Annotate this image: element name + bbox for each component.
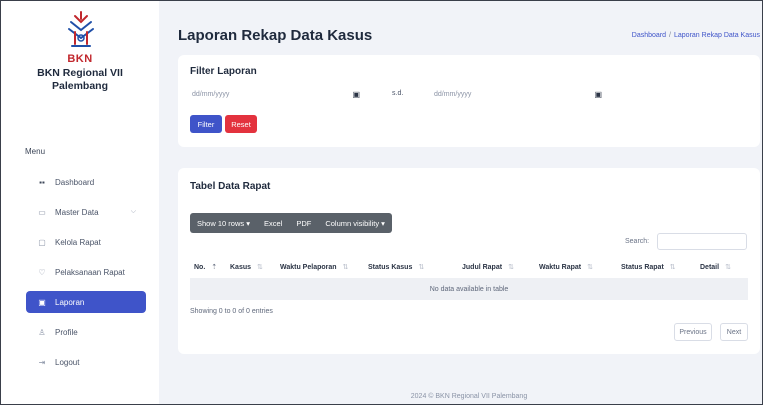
column-header-waktu-pelaporan[interactable]: Waktu Pelaporan ⇅ [280,263,348,271]
sidebar-item-label: Laporan [55,297,85,307]
sidebar-item-label: Profile [55,327,78,337]
chevron-down-icon: ⌵ [130,208,136,215]
column-header-label: Waktu Pelaporan [280,264,337,271]
search-input[interactable] [657,233,747,250]
column-header-waktu-rapat[interactable]: Waktu Rapat ⇅ [539,263,593,271]
column-header-label: No. [194,264,206,271]
sidebar-item-label: Kelola Rapat [55,237,101,247]
breadcrumb-dashboard-link[interactable]: Dashboard [632,32,666,39]
page-title: Laporan Rekap Data Kasus [178,27,373,44]
show-rows-button[interactable]: Show 10 rows ▾ [190,213,257,233]
column-header-label: Status Rapat [621,264,664,271]
sidebar-item-label: Dashboard [55,177,95,187]
sidebar-item-label: Master Data [55,207,99,217]
start-date-input[interactable]: dd/mm/yyyy ▣ [190,85,360,103]
sort-icon: ⇅ [669,264,676,271]
column-visibility-button[interactable]: Column visibility ▾ [318,213,392,233]
column-header-label: Judul Rapat [462,264,503,271]
sort-icon: ⇅ [725,264,731,271]
sidebar: BKN BKN Regional VII Palembang Menu ▪▪ D… [1,1,159,404]
brand-subtitle-line1: BKN Regional VII [37,67,123,79]
sidebar-item-dashboard[interactable]: ▪▪ Dashboard [26,171,146,193]
datatable-toolbar: Show 10 rows ▾ Excel PDF Column visibili… [190,213,392,233]
report-icon: ▣ [38,297,46,307]
footer: 2024 © BKN Regional VII Palembang [410,393,528,400]
user-icon: ♙ [38,327,46,337]
breadcrumb-current: Laporan Rekap Data Kasus [674,32,760,39]
sidebar-item-profile[interactable]: ♙ Profile [26,321,146,343]
calendar-icon[interactable]: ▣ [352,90,360,99]
sidebar-item-master-data[interactable]: ▭ Master Data ⌵ [26,201,146,223]
database-icon: ▭ [38,207,46,217]
table-info: Showing 0 to 0 of 0 entries [190,308,273,315]
sidebar-item-pelaksanaan-rapat[interactable]: ♡ Pelaksanaan Rapat [26,261,146,283]
sort-icon: ⇅ [257,264,263,271]
column-header-judul-rapat[interactable]: Judul Rapat ⇅ [462,263,514,271]
empty-table-row: No data available in table [190,278,748,300]
filter-card: Filter Laporan dd/mm/yyyy ▣ s.d. dd/mm/y… [178,55,760,147]
bkn-logo [68,11,94,47]
cup-icon: ♡ [38,267,46,277]
column-header-no[interactable]: No. ⇡ [194,263,217,271]
sort-icon: ⇅ [587,264,594,271]
date-range-separator: s.d. [392,90,404,97]
next-button[interactable]: Next [720,323,748,341]
column-header-kasus[interactable]: Kasus ⇅ [230,263,263,271]
brand-subtitle: BKN Regional VII Palembang [1,67,159,93]
search-label: Search: [625,238,650,245]
caret-down-icon: ▾ [246,218,250,228]
column-header-status-rapat[interactable]: Status Rapat ⇅ [621,263,676,271]
grid-icon: ▪▪ [39,177,45,187]
sidebar-item-label: Logout [55,357,80,367]
filter-title: Filter Laporan [190,66,257,77]
menu-title: Menu [25,147,46,156]
column-header-detail[interactable]: Detail ⇅ [700,263,731,271]
table-title: Tabel Data Rapat [190,181,271,192]
pdf-button[interactable]: PDF [289,213,318,233]
breadcrumb: Dashboard / Laporan Rekap Data Kasus [632,32,760,39]
monitor-icon: ▢ [38,237,46,247]
column-header-label: Kasus [230,264,252,271]
table-header: No. ⇡ Kasus ⇅ Waktu Pelaporan ⇅ Status Kasu… [190,258,748,276]
column-header-label: Waktu Rapat [539,264,582,271]
start-date-placeholder: dd/mm/yyyy [192,90,230,98]
calendar-icon[interactable]: ▣ [594,90,602,99]
breadcrumb-separator: / [669,32,671,39]
show-rows-label: Show 10 rows [197,218,245,228]
caret-down-icon: ▾ [381,218,385,228]
sort-icon: ⇅ [418,264,425,271]
brand-subtitle-line2: Palembang [51,80,109,92]
column-header-label: Status Kasus [368,264,413,271]
filter-button[interactable]: Filter [190,115,222,133]
sort-icon: ⇡ [211,264,218,271]
column-visibility-label: Column visibility [325,218,380,228]
sidebar-item-logout[interactable]: ⇥ Logout [26,351,146,373]
excel-button[interactable]: Excel [257,213,289,233]
end-date-input[interactable]: dd/mm/yyyy ▣ [432,85,602,103]
sort-icon: ⇅ [342,264,349,271]
logout-icon: ⇥ [38,357,46,367]
column-header-label: Detail [700,264,720,271]
previous-button[interactable]: Previous [674,323,712,341]
sidebar-item-label: Pelaksanaan Rapat [55,267,125,277]
sidebar-item-laporan[interactable]: ▣ Laporan [26,291,146,313]
reset-button[interactable]: Reset [225,115,257,133]
sort-icon: ⇅ [508,264,514,271]
end-date-placeholder: dd/mm/yyyy [434,90,472,98]
brand-name: BKN [67,53,93,65]
column-header-status-kasus[interactable]: Status Kasus ⇅ [368,263,424,271]
table-card: Tabel Data Rapat Show 10 rows ▾ Excel PD… [178,168,760,354]
sidebar-item-kelola-rapat[interactable]: ▢ Kelola Rapat [26,231,146,253]
